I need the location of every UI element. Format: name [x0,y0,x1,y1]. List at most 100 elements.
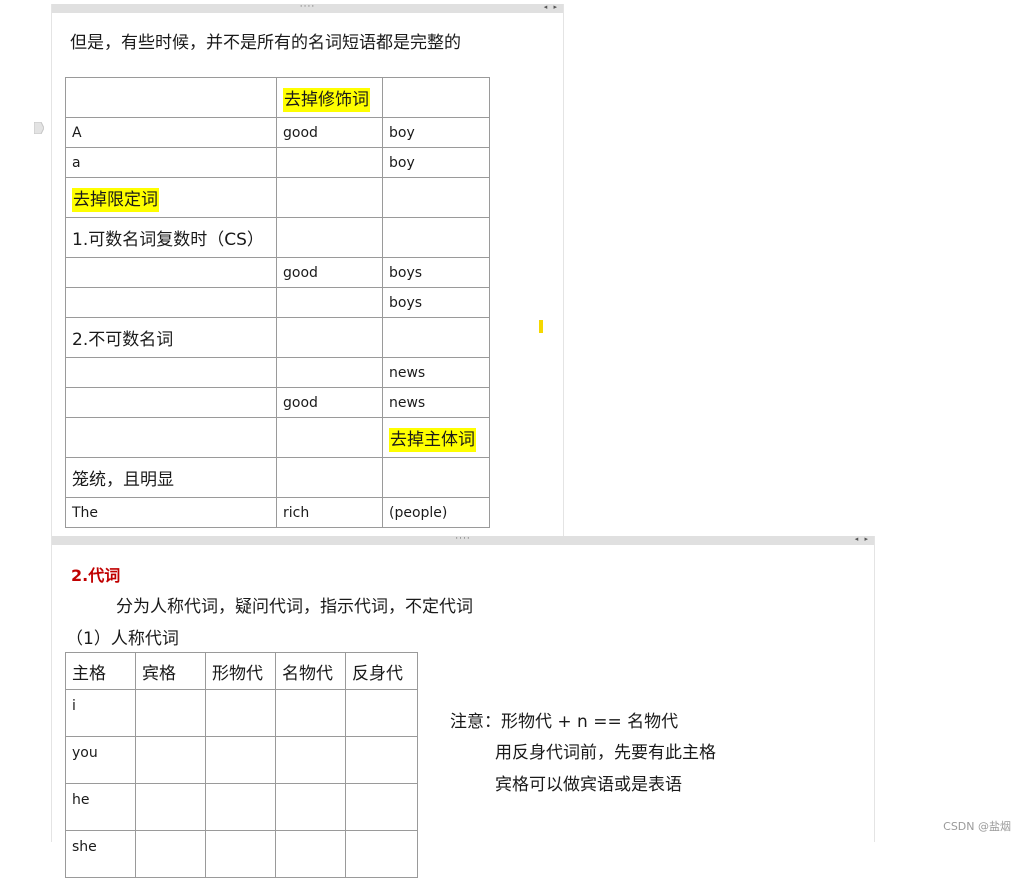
table-cell: The [65,497,277,528]
table-cell: boys [382,257,490,288]
note-line-1: 注意：形物代 + n == 名物代 [450,712,679,732]
table-cell: 1.可数名词复数时（CS） [65,217,277,258]
intro-text: 但是，有些时候，并不是所有的名词短语都是完整的 [70,33,461,53]
table-cell [382,77,490,118]
noun-phrase-table: 去掉修饰词 A good boy a boy 去掉限定词 1.可数名词复数时（C… [65,77,490,528]
highlight-remove-head: 去掉主体词 [389,428,476,452]
table-cell: good [276,117,383,148]
table-cell [275,783,346,831]
table-cell [276,217,383,258]
table-row: A good boy [65,117,490,148]
table-cell: A [65,117,277,148]
table-cell [276,147,383,178]
table-cell: good [276,257,383,288]
table-cell: a [65,147,277,178]
table-cell [345,689,418,737]
table-cell: boys [382,287,490,318]
table-cell [275,689,346,737]
table-cell [345,783,418,831]
table-cell: rich [276,497,383,528]
table-row: 去掉主体词 [65,417,490,458]
paragraph-handle-icon[interactable] [34,122,44,134]
table-cell [276,417,383,458]
table-row: 去掉限定词 [65,177,490,218]
table-cell [345,830,418,878]
personal-pronoun-table: 主格 宾格 形物代 名物代 反身代 i you he she [65,652,418,878]
table-cell [382,317,490,358]
drag-grip-icon[interactable]: ···· [300,3,315,12]
text-cursor-marker [539,320,543,333]
table-cell [205,783,276,831]
table-cell [135,736,206,784]
table-cell: i [65,689,136,737]
table-cell [65,387,277,418]
table-cell: news [382,357,490,388]
column-header: 主格 [65,652,136,690]
table-cell [205,689,276,737]
table-cell [382,217,490,258]
table-cell: 笼统，且明显 [65,457,277,498]
table-cell: you [65,736,136,784]
table-cell [382,177,490,218]
watermark-label: CSDN @盐烟 [943,820,1011,833]
note-line-3: 宾格可以做宾语或是表语 [495,775,682,795]
table-cell [135,830,206,878]
column-header: 反身代 [345,652,418,690]
column-header: 形物代 [205,652,276,690]
table-cell [65,357,277,388]
table-cell [65,417,277,458]
drag-grip-icon[interactable]: ···· [455,535,470,544]
table-cell: boy [382,147,490,178]
table-cell [275,736,346,784]
table-cell: boy [382,117,490,148]
table-cell [135,689,206,737]
table-cell [276,287,383,318]
table-cell [65,77,277,118]
table-cell [65,287,277,318]
table-cell [382,457,490,498]
note-panel-1: ···· ◂ ▸ 但是，有些时候，并不是所有的名词短语都是完整的 去掉修饰词 A… [51,3,564,550]
table-row: 去掉修饰词 [65,77,490,118]
note-line-2: 用反身代词前，先要有此主格 [495,743,716,763]
table-row: he [65,783,418,831]
section-title: 2.代词 [71,566,121,585]
resize-arrows-icon[interactable]: ◂ ▸ [544,3,559,11]
table-cell [135,783,206,831]
table-cell [205,736,276,784]
table-cell: 去掉主体词 [382,417,490,458]
table-row: good boys [65,257,490,288]
pronoun-summary: 分为人称代词，疑问代词，指示代词，不定代词 [116,597,473,617]
table-cell [205,830,276,878]
table-cell [276,457,383,498]
table-cell: news [382,387,490,418]
table-row: 笼统，且明显 [65,457,490,498]
table-row: good news [65,387,490,418]
table-row: she [65,830,418,878]
table-cell [275,830,346,878]
table-header-row: 主格 宾格 形物代 名物代 反身代 [65,652,418,690]
personal-pronoun-subtitle: （1）人称代词 [66,629,179,649]
table-cell [65,257,277,288]
table-row: news [65,357,490,388]
table-cell: 去掉限定词 [65,177,277,218]
column-header: 宾格 [135,652,206,690]
table-cell: he [65,783,136,831]
table-row: you [65,736,418,784]
table-cell [276,357,383,388]
table-cell [276,177,383,218]
resize-arrows-icon[interactable]: ◂ ▸ [855,535,870,543]
table-cell: 去掉修饰词 [276,77,383,118]
table-row: i [65,689,418,737]
panel-2-drag-bar[interactable]: ···· ◂ ▸ [52,535,874,545]
note-panel-2: ···· ◂ ▸ 2.代词 分为人称代词，疑问代词，指示代词，不定代词 （1）人… [51,535,875,878]
table-row: 1.可数名词复数时（CS） [65,217,490,258]
highlight-remove-determiner: 去掉限定词 [72,188,159,212]
table-row: boys [65,287,490,318]
table-cell: she [65,830,136,878]
table-row: The rich (people) [65,497,490,528]
table-cell: good [276,387,383,418]
table-row: a boy [65,147,490,178]
table-row: 2.不可数名词 [65,317,490,358]
highlight-remove-modifier: 去掉修饰词 [283,88,370,112]
panel-1-drag-bar[interactable]: ···· ◂ ▸ [52,3,563,13]
